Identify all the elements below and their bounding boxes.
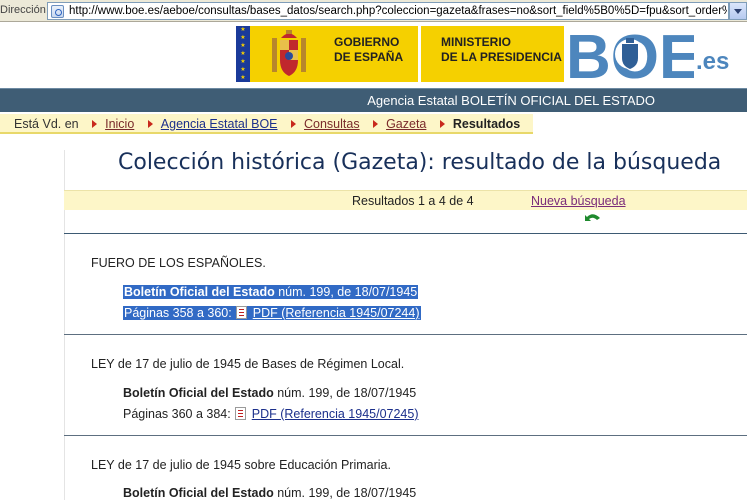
coat-of-arms-icon (272, 30, 306, 76)
address-input[interactable]: http://www.boe.es/aeboe/consultas/bases_… (47, 2, 729, 20)
result-pages: Páginas 360 a 384: (123, 407, 231, 421)
page-title: Colección histórica (Gazeta): resultado … (118, 150, 722, 175)
result-title: LEY de 17 de julio de 1945 sobre Educaci… (91, 458, 391, 472)
address-label: Dirección (0, 4, 46, 16)
result-publication: Boletín Oficial del Estado (123, 386, 274, 400)
result-divider (64, 435, 747, 436)
boe-logo[interactable]: BOE (566, 24, 694, 82)
breadcrumb-arrow-icon (373, 120, 379, 129)
result-publication-line: Boletín Oficial del Estado núm. 199, de … (123, 486, 416, 500)
pdf-link[interactable]: PDF (Referencia 1945/07244) (253, 306, 420, 320)
address-dropdown-button[interactable] (729, 2, 747, 20)
agency-title: Agencia Estatal BOLETÍN OFICIAL DEL ESTA… (367, 93, 655, 108)
breadcrumb-arrow-icon (147, 120, 153, 129)
breadcrumb-agencia[interactable]: Agencia Estatal BOE (161, 117, 278, 131)
breadcrumb-inicio[interactable]: Inicio (105, 117, 134, 131)
result-publication: Boletín Oficial del Estado (123, 486, 274, 500)
results-divider (64, 233, 747, 234)
gobierno-text: GOBIERNO DE ESPAÑA (334, 35, 404, 64)
gobierno-logo[interactable]: GOBIERNO DE ESPAÑA (250, 26, 418, 82)
results-count: Resultados 1 a 4 de 4 (352, 194, 474, 208)
boe-es-text: .es (696, 48, 730, 75)
result-title: LEY de 17 de julio de 1945 de Bases de R… (91, 357, 405, 371)
result-divider (64, 334, 747, 335)
breadcrumb-gazeta[interactable]: Gazeta (386, 117, 426, 131)
breadcrumb: Está Vd. en Inicio Agencia Estatal BOE C… (0, 114, 533, 134)
back-arrow-icon[interactable] (585, 212, 601, 224)
pdf-icon (235, 306, 247, 319)
pdf-icon (234, 407, 246, 420)
result-pages: Páginas 358 a 360: (124, 306, 232, 320)
breadcrumb-arrow-icon (92, 120, 98, 129)
result-publication-line: Boletín Oficial del Estado núm. 199, de … (123, 386, 416, 400)
agency-bar: Agencia Estatal BOLETÍN OFICIAL DEL ESTA… (0, 88, 747, 112)
header-banner: ★ ★ ★ ★ ★ ★ ★ GOBIERNO DE ESPAÑA MINISTERIO DE… (0, 22, 747, 88)
results-bar: Resultados 1 a 4 de 4 Nueva búsqueda (64, 190, 747, 210)
result-issue: núm. 199, de 18/07/1945 (277, 486, 417, 500)
breadcrumb-arrow-icon (439, 120, 445, 129)
breadcrumb-consultas[interactable]: Consultas (304, 117, 360, 131)
breadcrumb-lead: Está Vd. en (14, 117, 79, 131)
result-title: FUERO DE LOS ESPAÑOLES. (91, 256, 266, 270)
result-issue: núm. 199, de 18/07/1945 (277, 386, 417, 400)
ministerio-text: MINISTERIO DE LA PRESIDENCIA (441, 35, 562, 64)
breadcrumb-current: Resultados (452, 117, 521, 131)
address-url[interactable]: http://www.boe.es/aeboe/consultas/bases_… (69, 5, 727, 17)
address-bar: Dirección http://www.boe.es/aeboe/consul… (0, 0, 747, 22)
page-icon (51, 5, 64, 18)
result-publication-line: Boletín Oficial del Estado núm. 199, de … (123, 285, 419, 299)
eu-flag-icon: ★ ★ ★ ★ ★ ★ ★ (236, 26, 250, 82)
result-pages-line: Páginas 358 a 360: PDF (Referencia 1945/0… (123, 306, 421, 320)
pdf-link[interactable]: PDF (Referencia 1945/07245) (252, 407, 419, 421)
ministerio-logo[interactable]: MINISTERIO DE LA PRESIDENCIA (421, 26, 564, 82)
new-search-link[interactable]: Nueva búsqueda (531, 194, 626, 208)
result-pages-line: Páginas 360 a 384: PDF (Referencia 1945/0… (123, 407, 419, 421)
result-issue: núm. 199, de 18/07/1945 (278, 285, 418, 299)
breadcrumb-arrow-icon (291, 120, 296, 129)
result-publication: Boletín Oficial del Estado (124, 285, 275, 299)
